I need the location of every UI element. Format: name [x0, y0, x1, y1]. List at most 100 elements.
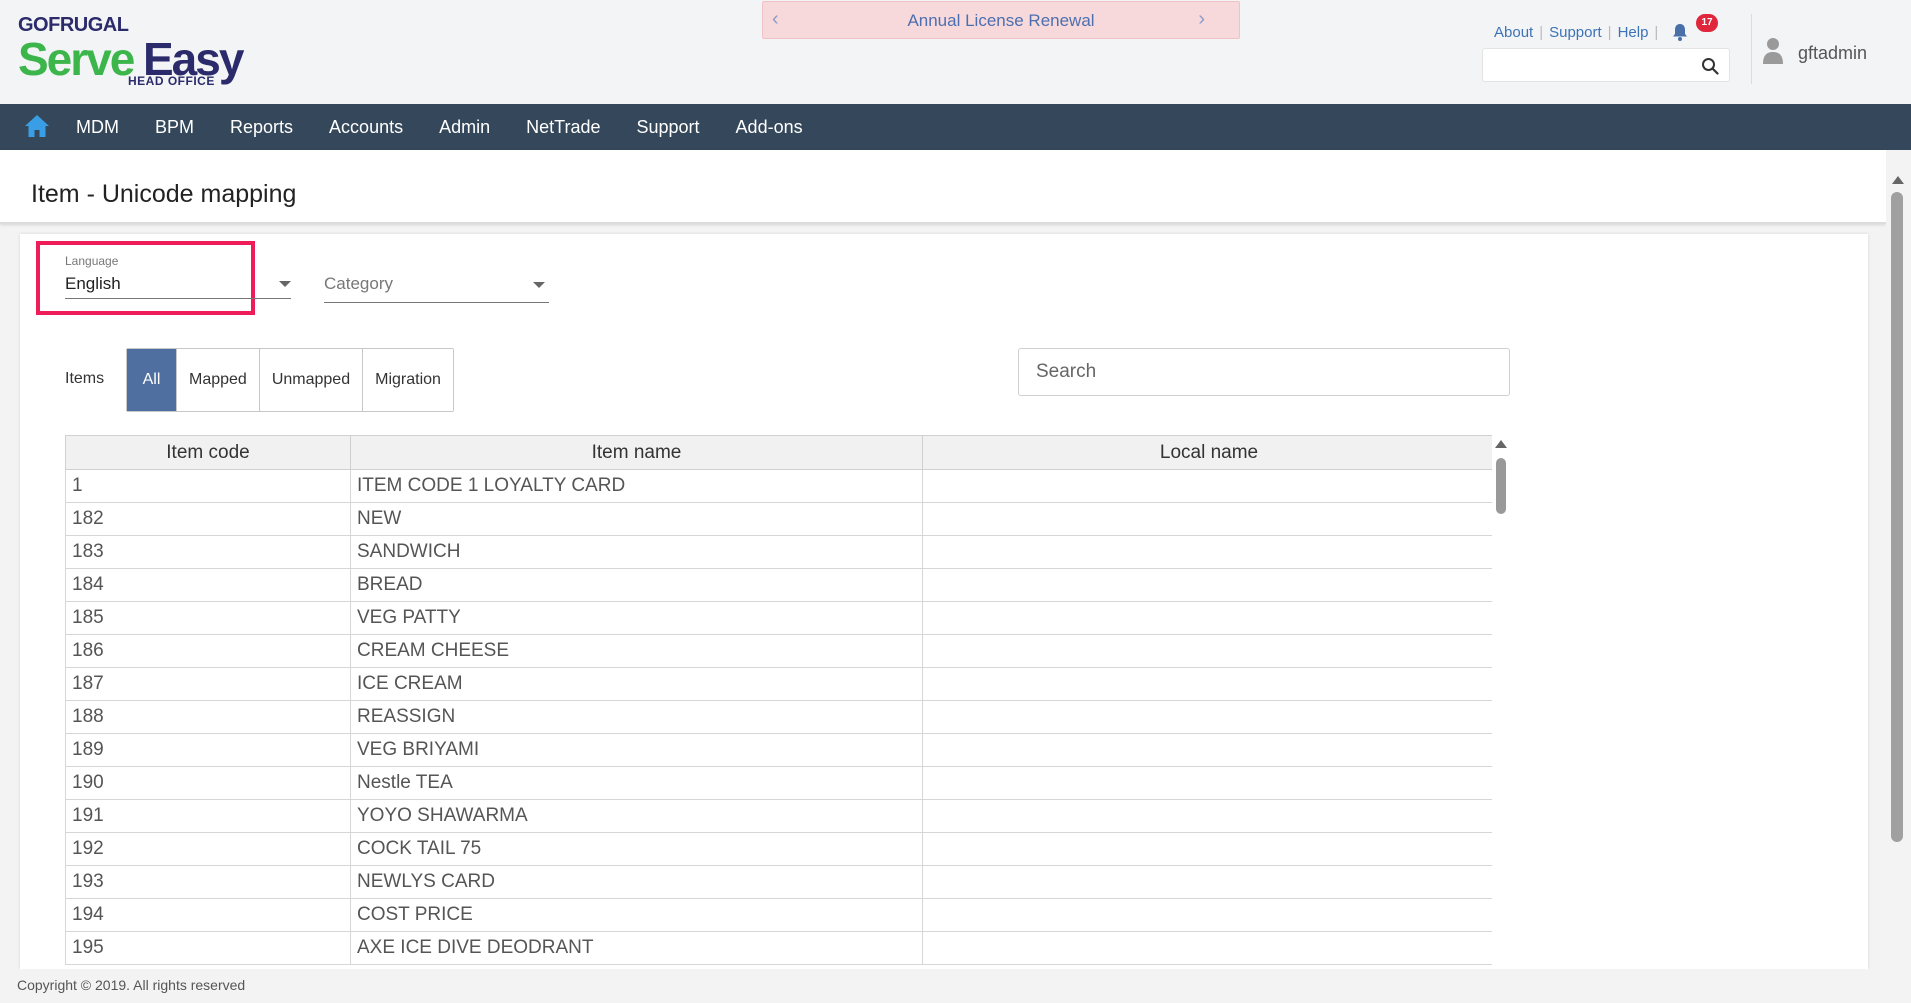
nav-item-admin[interactable]: Admin: [421, 104, 508, 150]
content-card: Language English Category Items All Mapp…: [20, 234, 1868, 969]
cell-local-name[interactable]: [922, 865, 1492, 899]
cell-item-code: 193: [65, 865, 351, 899]
page-scrollbar[interactable]: [1886, 150, 1911, 970]
cell-local-name[interactable]: [922, 667, 1492, 701]
language-label: Language: [65, 254, 119, 268]
cell-item-code: 192: [65, 832, 351, 866]
nav-item-bpm[interactable]: BPM: [137, 104, 212, 150]
header-search-input[interactable]: [1489, 49, 1693, 81]
table-header-row: Item code Item name Local name: [65, 435, 1492, 470]
table-row[interactable]: 191 YOYO SHAWARMA: [65, 799, 1492, 833]
cell-item-code: 195: [65, 931, 351, 965]
cell-item-code: 189: [65, 733, 351, 767]
cell-local-name[interactable]: [922, 931, 1492, 965]
nav-items: MDM BPM Reports Accounts Admin NetTrade …: [58, 104, 821, 150]
cell-local-name[interactable]: [922, 568, 1492, 602]
logo-product-serve: Serve: [18, 33, 135, 85]
home-icon[interactable]: [24, 114, 50, 138]
top-links: About | Support | Help |: [1494, 24, 1664, 41]
table-row[interactable]: 182 NEW: [65, 502, 1492, 536]
language-value[interactable]: English: [65, 274, 121, 294]
table-scroll-up-icon[interactable]: [1495, 440, 1507, 448]
page-scroll-thumb[interactable]: [1891, 192, 1903, 842]
table-row[interactable]: 1 ITEM CODE 1 LOYALTY CARD: [65, 469, 1492, 503]
nav-item-addons[interactable]: Add-ons: [718, 104, 821, 150]
category-label[interactable]: Category: [324, 274, 393, 294]
language-underline: [65, 298, 291, 299]
cell-item-name: ICE CREAM: [350, 667, 923, 701]
table-scrollbar[interactable]: [1494, 440, 1508, 969]
cell-item-name: REASSIGN: [350, 700, 923, 734]
cell-item-code: 187: [65, 667, 351, 701]
page-scroll-up-icon[interactable]: [1892, 176, 1904, 184]
help-link[interactable]: Help: [1618, 24, 1649, 41]
cell-local-name[interactable]: [922, 601, 1492, 635]
table-row[interactable]: 186 CREAM CHEESE: [65, 634, 1492, 668]
cell-local-name[interactable]: [922, 535, 1492, 569]
filter-unmapped-button[interactable]: Unmapped: [259, 349, 364, 411]
item-search-input[interactable]: [1034, 349, 1498, 395]
nav-item-reports[interactable]: Reports: [212, 104, 311, 150]
table-row[interactable]: 192 COCK TAIL 75: [65, 832, 1492, 866]
about-link[interactable]: About: [1494, 24, 1533, 41]
nav-item-support[interactable]: Support: [619, 104, 718, 150]
nav-item-accounts[interactable]: Accounts: [311, 104, 421, 150]
table-row[interactable]: 188 REASSIGN: [65, 700, 1492, 734]
column-header-local-name[interactable]: Local name: [922, 435, 1492, 470]
cell-local-name[interactable]: [922, 832, 1492, 866]
table-row[interactable]: 195 AXE ICE DIVE DEODRANT: [65, 931, 1492, 965]
username-label[interactable]: gftadmin: [1798, 43, 1867, 64]
cell-item-name: CREAM CHEESE: [350, 634, 923, 668]
table-row[interactable]: 185 VEG PATTY: [65, 601, 1492, 635]
link-separator: |: [1539, 24, 1544, 41]
nav-item-nettrade[interactable]: NetTrade: [508, 104, 618, 150]
table-row[interactable]: 190 Nestle TEA: [65, 766, 1492, 800]
category-dropdown-icon[interactable]: [533, 282, 545, 288]
copyright-text: Copyright © 2019. All rights reserved: [17, 977, 246, 993]
filter-migration-button[interactable]: Migration: [363, 349, 453, 411]
cell-local-name[interactable]: [922, 799, 1492, 833]
notification-bell-icon[interactable]: [1670, 22, 1690, 42]
column-header-item-name[interactable]: Item name: [350, 435, 923, 470]
table-row[interactable]: 193 NEWLYS CARD: [65, 865, 1492, 899]
cell-item-name: BREAD: [350, 568, 923, 602]
filter-all-button[interactable]: All: [127, 349, 177, 411]
support-link[interactable]: Support: [1549, 24, 1602, 41]
cell-item-code: 188: [65, 700, 351, 734]
table-row[interactable]: 183 SANDWICH: [65, 535, 1492, 569]
cell-item-name: YOYO SHAWARMA: [350, 799, 923, 833]
filter-mapped-button[interactable]: Mapped: [177, 349, 260, 411]
table-row[interactable]: 189 VEG BRIYAMI: [65, 733, 1492, 767]
app-logo[interactable]: GOFRUGAL Serve Easy HEAD OFFICE: [18, 14, 258, 90]
cell-local-name[interactable]: [922, 502, 1492, 536]
search-icon[interactable]: [1701, 57, 1719, 75]
license-banner: ‹ Annual License Renewal ›: [762, 1, 1240, 39]
cell-local-name[interactable]: [922, 733, 1492, 767]
language-select[interactable]: Language English: [65, 254, 291, 299]
cell-local-name[interactable]: [922, 634, 1492, 668]
cell-item-name: VEG PATTY: [350, 601, 923, 635]
category-select[interactable]: Category: [324, 274, 549, 303]
notification-count-badge[interactable]: 17: [1696, 14, 1718, 32]
cell-local-name[interactable]: [922, 700, 1492, 734]
cell-item-code: 183: [65, 535, 351, 569]
cell-local-name[interactable]: [922, 766, 1492, 800]
table-body: 1 ITEM CODE 1 LOYALTY CARD 182 NEW 183 SANDWI…: [65, 469, 1492, 965]
table-row[interactable]: 194 COST PRICE: [65, 898, 1492, 932]
column-header-item-code[interactable]: Item code: [65, 435, 351, 470]
table-row[interactable]: 187 ICE CREAM: [65, 667, 1492, 701]
item-table-container: Item code Item name Local name 1 ITEM COD…: [65, 435, 1492, 969]
cell-local-name[interactable]: [922, 898, 1492, 932]
table-row[interactable]: 184 BREAD: [65, 568, 1492, 602]
link-separator: |: [1654, 24, 1659, 41]
item-search-box[interactable]: [1018, 348, 1510, 396]
user-divider: [1751, 14, 1752, 84]
cell-item-name: SANDWICH: [350, 535, 923, 569]
header-search-box[interactable]: [1482, 48, 1730, 82]
cell-local-name[interactable]: [922, 469, 1492, 503]
table-scroll-thumb[interactable]: [1496, 458, 1506, 514]
nav-item-mdm[interactable]: MDM: [58, 104, 137, 150]
language-dropdown-icon[interactable]: [279, 281, 291, 287]
banner-next-icon[interactable]: ›: [1198, 8, 1205, 31]
banner-text[interactable]: Annual License Renewal: [763, 11, 1239, 31]
